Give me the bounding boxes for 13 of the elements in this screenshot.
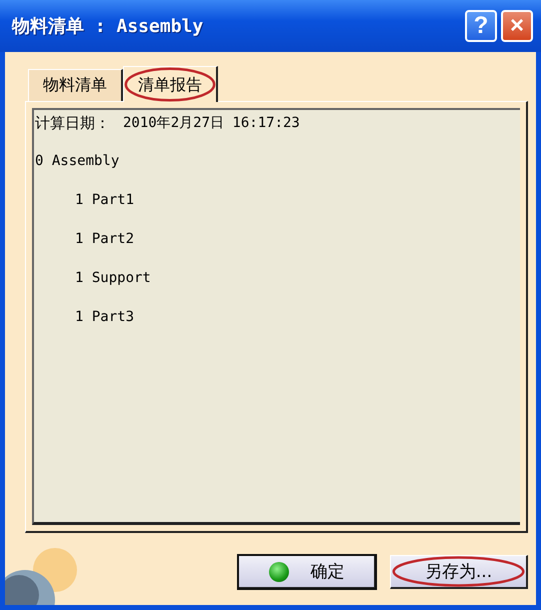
tab[interactable]: 物料清单 xyxy=(28,69,123,101)
bom-line: 0 Assembly xyxy=(34,153,120,169)
date-label: 计算日期： xyxy=(34,114,110,133)
tab[interactable]: 清单报告 xyxy=(123,66,218,102)
date-value: 2010年2月27日 16:17:23 xyxy=(122,114,300,132)
save-as-button[interactable]: 另存为... xyxy=(390,555,528,589)
window-title: 物料清单 : Assembly xyxy=(12,15,204,38)
bom-line: 1 Part1 xyxy=(74,192,134,208)
bom-line: 1 Part3 xyxy=(74,309,134,325)
ok-button[interactable]: 确定 xyxy=(238,555,376,589)
bom-line: 1 Part2 xyxy=(74,231,134,247)
bom-line: 1 Support xyxy=(74,270,151,286)
status-light-icon xyxy=(268,562,288,582)
